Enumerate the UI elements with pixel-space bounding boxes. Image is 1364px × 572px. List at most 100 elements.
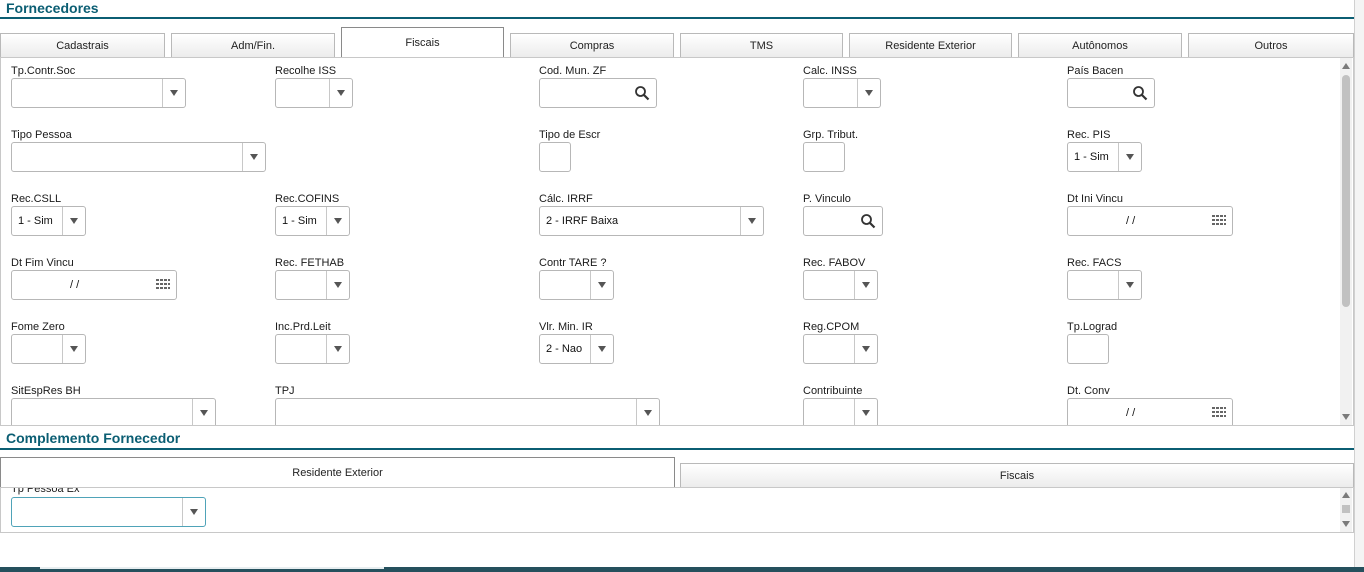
tp-lograd-input[interactable] [1067, 334, 1109, 364]
field-label: Rec. PIS [1067, 129, 1111, 141]
chevron-down-icon[interactable] [740, 207, 763, 235]
scroll-down-icon[interactable] [1342, 414, 1350, 420]
vlr-min-ir-select[interactable]: 2 - Nao [539, 334, 614, 364]
field-label: Rec.COFINS [275, 193, 340, 205]
p-vinculo-input[interactable] [803, 206, 883, 236]
tab-autonomos[interactable]: Autônomos [1018, 33, 1182, 57]
sitespres-bh-select[interactable] [11, 398, 216, 425]
tab-outros[interactable]: Outros [1188, 33, 1354, 57]
complement-title: Complemento Fornecedor [6, 430, 181, 446]
scroll-thumb[interactable] [1342, 505, 1350, 513]
tipo-de-escr-input[interactable] [539, 142, 571, 172]
chevron-down-icon[interactable] [326, 207, 349, 235]
field-label: Rec. FABOV [803, 257, 866, 269]
complement-scrollbar[interactable] [1340, 488, 1352, 532]
grp-tribut-input[interactable] [803, 142, 845, 172]
scroll-up-icon[interactable] [1342, 492, 1350, 498]
rec-fethab-select[interactable] [275, 270, 350, 300]
fome-zero-select[interactable] [11, 334, 86, 364]
field-label: Tipo de Escr [539, 129, 601, 141]
field-label: Recolhe ISS [275, 65, 337, 77]
chevron-down-icon[interactable] [162, 79, 185, 107]
chevron-down-icon[interactable] [1118, 271, 1141, 299]
field-label: Tipo Pessoa [11, 129, 72, 141]
chevron-down-icon[interactable] [854, 335, 877, 363]
field-label: SitEspRes BH [11, 385, 81, 397]
chevron-down-icon[interactable] [62, 207, 85, 235]
tab-compras[interactable]: Compras [510, 33, 674, 57]
cod-mun-zf-input[interactable] [539, 78, 657, 108]
rec-facs-select[interactable] [1067, 270, 1142, 300]
calc-irrf-select[interactable]: 2 - IRRF Baixa [539, 206, 764, 236]
field-label: Contr TARE ? [539, 257, 607, 269]
complement-panel: Tp Pessoa Ex [0, 487, 1354, 533]
tab-complement-fiscais[interactable]: Fiscais [680, 463, 1354, 487]
field-label: TPJ [275, 385, 295, 397]
field-label: Cálc. IRRF [539, 193, 593, 205]
tab-fiscais[interactable]: Fiscais [341, 27, 504, 58]
tp-contr-soc-select[interactable] [11, 78, 186, 108]
field-value: / / [1126, 215, 1136, 227]
contribuinte-select[interactable] [803, 398, 878, 425]
chevron-down-icon[interactable] [854, 271, 877, 299]
tipo-pessoa-select[interactable] [11, 142, 266, 172]
field-label: Fome Zero [11, 321, 65, 333]
field-label: Dt Fim Vincu [11, 257, 74, 269]
field-label: Tp.Lograd [1067, 321, 1118, 333]
chevron-down-icon[interactable] [854, 399, 877, 425]
calendar-icon[interactable] [1212, 214, 1226, 228]
chevron-down-icon[interactable] [590, 335, 613, 363]
rec-csll-select[interactable]: 1 - Sim [11, 206, 86, 236]
magnifier-icon[interactable] [634, 85, 650, 101]
chevron-down-icon[interactable] [182, 498, 205, 526]
complement-divider [0, 448, 1354, 450]
tpj-select[interactable] [275, 398, 660, 425]
tab-cadastrais[interactable]: Cadastrais [0, 33, 165, 57]
pais-bacen-input[interactable] [1067, 78, 1155, 108]
panel-scrollbar[interactable] [1340, 58, 1352, 425]
tab-residente-exterior[interactable]: Residente Exterior [849, 33, 1012, 57]
field-label: Cod. Mun. ZF [539, 65, 607, 77]
tab-complement-residente-exterior[interactable]: Residente Exterior [0, 457, 675, 488]
magnifier-icon[interactable] [1132, 85, 1148, 101]
dt-conv-date[interactable]: / / [1067, 398, 1233, 425]
field-label: Contribuinte [803, 385, 863, 397]
tab-tms[interactable]: TMS [680, 33, 843, 57]
field-label: P. Vinculo [803, 193, 851, 205]
inc-prd-leit-select[interactable] [275, 334, 350, 364]
contr-tare-select[interactable] [539, 270, 614, 300]
tab-adm-fin[interactable]: Adm/Fin. [171, 33, 335, 57]
recolhe-iss-select[interactable] [275, 78, 353, 108]
tp-pessoa-ex-select[interactable] [11, 497, 206, 527]
magnifier-icon[interactable] [860, 213, 876, 229]
fiscais-panel: Tp.Contr.Soc Recolhe ISS Cod. Mun. ZF Ca… [0, 57, 1354, 426]
chevron-down-icon[interactable] [62, 335, 85, 363]
field-value: 1 - Sim [1074, 151, 1109, 163]
chevron-down-icon[interactable] [636, 399, 659, 425]
calendar-icon[interactable] [156, 278, 170, 292]
chevron-down-icon[interactable] [192, 399, 215, 425]
rec-cofins-select[interactable]: 1 - Sim [275, 206, 350, 236]
calc-inss-select[interactable] [803, 78, 881, 108]
page-title: Fornecedores [6, 0, 99, 16]
field-label: Dt. Conv [1067, 385, 1110, 397]
field-label: Rec. FACS [1067, 257, 1122, 269]
rec-pis-select[interactable]: 1 - Sim [1067, 142, 1142, 172]
chevron-down-icon[interactable] [326, 271, 349, 299]
chevron-down-icon[interactable] [857, 79, 880, 107]
field-label: Rec.CSLL [11, 193, 62, 205]
scroll-thumb[interactable] [1342, 75, 1350, 307]
calendar-icon[interactable] [1212, 406, 1226, 420]
chevron-down-icon[interactable] [329, 79, 352, 107]
reg-cpom-select[interactable] [803, 334, 878, 364]
rec-fabov-select[interactable] [803, 270, 878, 300]
chevron-down-icon[interactable] [326, 335, 349, 363]
chevron-down-icon[interactable] [242, 143, 265, 171]
scroll-up-icon[interactable] [1342, 63, 1350, 69]
field-label: Vlr. Min. IR [539, 321, 593, 333]
chevron-down-icon[interactable] [1118, 143, 1141, 171]
dt-fim-vincu-date[interactable]: / / [11, 270, 177, 300]
scroll-down-icon[interactable] [1342, 521, 1350, 527]
dt-ini-vincu-date[interactable]: / / [1067, 206, 1233, 236]
chevron-down-icon[interactable] [590, 271, 613, 299]
